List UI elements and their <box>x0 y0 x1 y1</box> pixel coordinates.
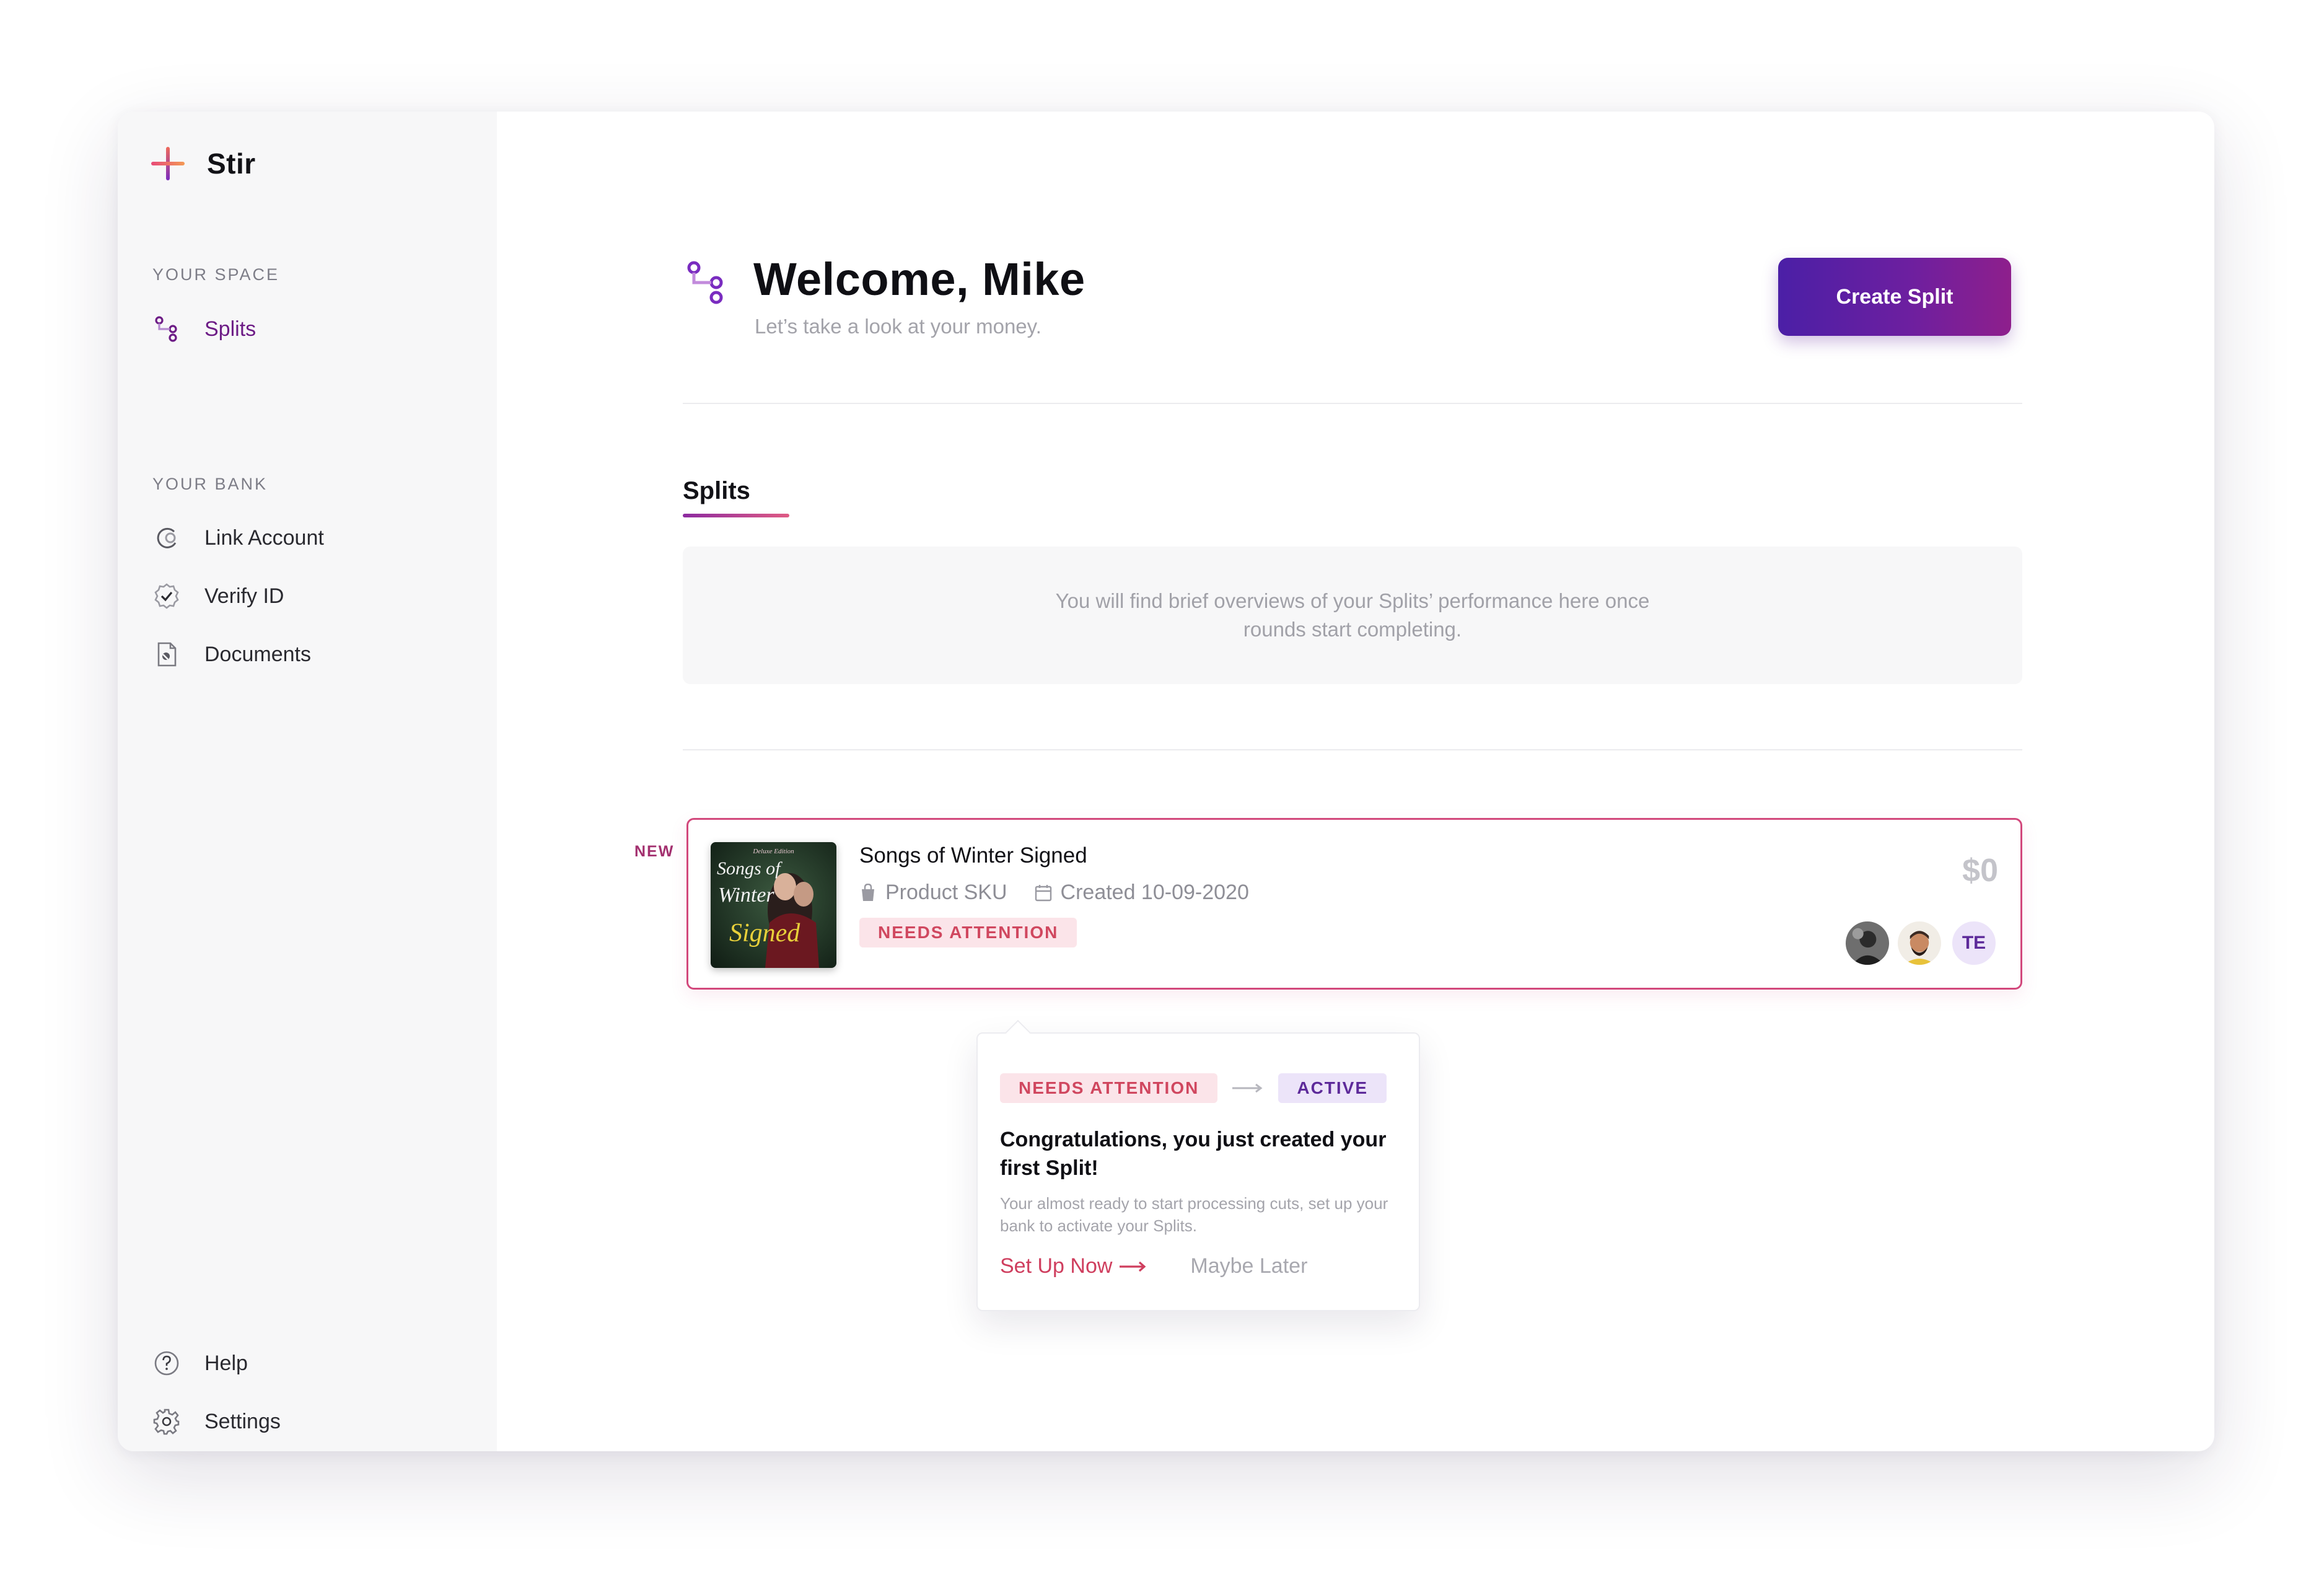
app-window: Stir YOUR SPACE Splits YOUR BANK Link Ac… <box>118 112 2214 1451</box>
empty-state: You will find brief overviews of your Sp… <box>683 547 2022 684</box>
popover-title: Congratulations, you just created your f… <box>1000 1128 1387 1180</box>
tab-active-indicator <box>683 514 789 517</box>
shopping-bag-icon <box>862 883 874 901</box>
split-created-date: Created 10-09-2020 <box>1060 881 1249 904</box>
page-title: Welcome, Mike <box>753 253 1085 305</box>
link-circle-icon <box>152 524 181 552</box>
tab-splits[interactable]: Splits <box>683 477 750 505</box>
split-meta: Product SKU Created 10-09-2020 <box>859 881 1249 905</box>
divider <box>683 403 2022 404</box>
split-nodes-icon <box>687 261 723 304</box>
document-icon <box>152 640 181 669</box>
main-content: Welcome, Mike Let’s take a look at your … <box>497 112 2214 1451</box>
sidebar-item-label: Link Account <box>204 525 324 550</box>
avatar[interactable]: TE <box>1950 919 1998 967</box>
split-card[interactable]: Deluxe Edition Songs of Winter Signed So… <box>686 818 2022 990</box>
gear-icon <box>152 1407 181 1436</box>
set-up-now-link[interactable]: Set Up Now <box>1000 1254 1147 1278</box>
sidebar-item-link-account[interactable]: Link Account <box>152 521 324 555</box>
member-avatars: TE <box>1843 919 1998 967</box>
set-up-now-label: Set Up Now <box>1000 1254 1113 1278</box>
logo[interactable]: Stir <box>150 146 256 182</box>
svg-text:Deluxe Edition: Deluxe Edition <box>752 848 794 855</box>
calendar-icon <box>1035 884 1051 901</box>
divider <box>683 749 2022 750</box>
sidebar-item-label: Settings <box>204 1409 281 1433</box>
sidebar-item-label: Verify ID <box>204 584 284 608</box>
status-badge: NEEDS ATTENTION <box>859 918 1077 947</box>
stir-cross-logo-icon <box>151 147 185 180</box>
status-transition: NEEDS ATTENTION ACTIVE <box>1000 1073 1387 1103</box>
sidebar-item-label: Help <box>204 1351 248 1375</box>
onboarding-popover: NEEDS ATTENTION ACTIVE Congratulations, … <box>976 1032 1420 1311</box>
album-art: Deluxe Edition Songs of Winter Signed <box>711 842 836 968</box>
maybe-later-link[interactable]: Maybe Later <box>1190 1254 1307 1278</box>
create-split-button[interactable]: Create Split <box>1778 258 2011 336</box>
empty-state-text: You will find brief overviews of your Sp… <box>1055 589 1650 641</box>
avatar[interactable] <box>1895 919 1944 967</box>
avatar[interactable] <box>1843 919 1892 967</box>
page-subtitle: Let’s take a look at your money. <box>755 315 1041 338</box>
verified-badge-icon <box>152 582 181 610</box>
your-space-label: YOUR SPACE <box>152 265 280 284</box>
from-status-badge: NEEDS ATTENTION <box>1000 1073 1218 1103</box>
arrow-right-icon <box>1120 1261 1146 1272</box>
sidebar-item-documents[interactable]: Documents <box>152 637 311 672</box>
arrow-right-icon <box>1232 1083 1263 1093</box>
split-nodes-icon <box>152 315 181 343</box>
app-name: Stir <box>207 147 256 180</box>
svg-text:Signed: Signed <box>729 919 800 947</box>
svg-text:Songs of: Songs of <box>717 858 783 879</box>
sidebar-item-settings[interactable]: Settings <box>152 1404 281 1439</box>
sidebar-item-label: Splits <box>204 317 257 341</box>
sidebar-item-label: Documents <box>204 642 311 666</box>
new-tag: NEW <box>634 843 675 860</box>
help-circle-icon <box>152 1349 181 1378</box>
sidebar: Stir YOUR SPACE Splits YOUR BANK Link Ac… <box>118 112 497 1451</box>
sidebar-item-verify-id[interactable]: Verify ID <box>152 579 284 613</box>
popover-text: Your almost ready to start processing cu… <box>1000 1194 1388 1235</box>
split-sku: Product SKU <box>885 881 1007 904</box>
svg-text:Winter: Winter <box>718 884 774 907</box>
split-title: Songs of Winter Signed <box>859 843 1087 868</box>
to-status-badge: ACTIVE <box>1278 1073 1387 1103</box>
sidebar-item-help[interactable]: Help <box>152 1346 248 1381</box>
your-bank-label: YOUR BANK <box>152 475 268 493</box>
sidebar-item-splits[interactable]: Splits <box>152 312 256 346</box>
split-amount: $0 <box>1962 853 1998 889</box>
